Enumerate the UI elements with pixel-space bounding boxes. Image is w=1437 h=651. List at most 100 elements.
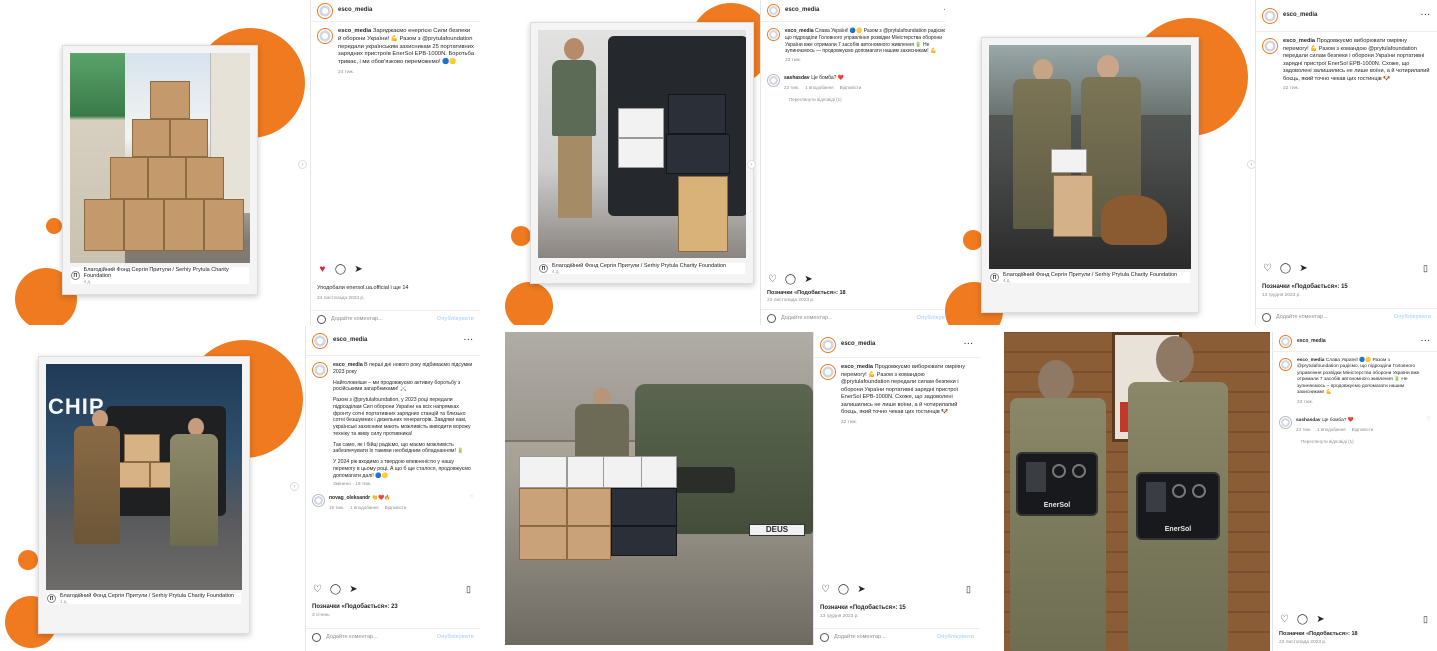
bookmark-icon[interactable]: ▯ bbox=[963, 584, 974, 595]
comment-username[interactable]: novag_oleksandr bbox=[329, 495, 370, 501]
comment-username[interactable]: sashasdav bbox=[1296, 418, 1321, 423]
comment-input[interactable]: Додайте коментар... bbox=[326, 634, 378, 641]
likes-count[interactable]: Позначки «Подобається»: 23 bbox=[312, 603, 398, 611]
more-icon[interactable]: ··· bbox=[1421, 337, 1431, 346]
heart-icon[interactable]: ♥ bbox=[317, 264, 328, 275]
avatar[interactable] bbox=[820, 364, 836, 380]
smile-icon[interactable] bbox=[312, 633, 321, 642]
avatar[interactable] bbox=[767, 74, 780, 88]
likes-count[interactable]: Позначки «Подобається»: 15 bbox=[1262, 283, 1348, 291]
share-icon[interactable]: ➤ bbox=[1315, 614, 1326, 625]
comment-icon[interactable]: ◯ bbox=[785, 274, 796, 285]
bookmark-icon[interactable]: ▯ bbox=[463, 584, 474, 595]
more-icon[interactable]: ··· bbox=[464, 336, 474, 345]
share-icon[interactable]: ➤ bbox=[803, 274, 814, 285]
post-photo[interactable] bbox=[989, 45, 1191, 269]
username[interactable]: esco_media bbox=[1297, 338, 1326, 345]
publish-button[interactable]: Опублікувати bbox=[1394, 314, 1431, 321]
smile-icon[interactable] bbox=[1262, 313, 1271, 322]
comment-icon[interactable]: ◯ bbox=[1297, 614, 1308, 625]
more-icon[interactable]: ··· bbox=[964, 340, 974, 349]
heart-icon[interactable]: ♡ bbox=[767, 274, 778, 285]
comment-input[interactable]: Додайте коментар... bbox=[781, 315, 833, 322]
avatar[interactable] bbox=[312, 362, 328, 378]
add-comment-bar: Додайте коментар... Опублікувати bbox=[1256, 308, 1437, 325]
caption-username[interactable]: esco_media bbox=[785, 28, 814, 34]
comment-input[interactable]: Додайте коментар... bbox=[331, 316, 383, 323]
view-replies[interactable]: Переглянути відповіді (1) bbox=[1273, 437, 1437, 447]
likes-count[interactable]: Позначки «Подобається»: 15 bbox=[820, 604, 906, 612]
heart-icon[interactable]: ♡ bbox=[1427, 416, 1431, 423]
post-time: 23 тиж. bbox=[1297, 399, 1314, 405]
comment-input[interactable]: Додайте коментар... bbox=[834, 634, 886, 641]
chevron-right-icon[interactable]: › bbox=[298, 160, 307, 169]
caption-username[interactable]: esco_media bbox=[1283, 38, 1315, 44]
avatar[interactable] bbox=[1279, 358, 1292, 371]
comment-username[interactable]: sashasdav bbox=[784, 75, 810, 81]
comment-icon[interactable]: ◯ bbox=[838, 584, 849, 595]
liked-by-text: Уподобали enersol.ua.official і ще 14 bbox=[317, 285, 409, 291]
more-icon[interactable]: ··· bbox=[1421, 11, 1431, 20]
share-icon[interactable]: ➤ bbox=[1298, 263, 1309, 274]
caption-username[interactable]: esco_media bbox=[841, 364, 873, 370]
username[interactable]: esco_media bbox=[1283, 11, 1317, 19]
avatar[interactable] bbox=[1262, 7, 1278, 24]
heart-icon[interactable]: ♡ bbox=[820, 584, 831, 595]
comment-likes[interactable]: 1 вподобання bbox=[350, 505, 379, 511]
heart-icon[interactable]: ♡ bbox=[1279, 614, 1290, 625]
comment-likes[interactable]: 1 вподобання bbox=[1317, 427, 1346, 433]
heart-icon[interactable]: ♡ bbox=[312, 584, 323, 595]
publish-button[interactable]: Опублікувати bbox=[937, 634, 974, 641]
bookmark-icon[interactable]: ▯ bbox=[1420, 263, 1431, 274]
avatar[interactable] bbox=[1279, 335, 1292, 348]
avatar[interactable] bbox=[312, 332, 328, 349]
post-photo[interactable]: CHIP bbox=[46, 364, 242, 590]
avatar[interactable] bbox=[1279, 416, 1292, 430]
caption-username[interactable]: esco_media bbox=[1297, 358, 1324, 363]
smile-icon[interactable] bbox=[767, 314, 776, 323]
chevron-right-icon[interactable]: › bbox=[290, 482, 299, 491]
heart-icon[interactable]: ♡ bbox=[1262, 263, 1273, 274]
post-caption: esco_media Слава Україні! 🔵🟡 Разом з @pr… bbox=[761, 22, 960, 70]
post-photo[interactable]: EnerSol EnerSol bbox=[1004, 332, 1270, 651]
avatar[interactable] bbox=[317, 28, 333, 44]
avatar[interactable] bbox=[1262, 38, 1278, 54]
publish-button[interactable]: Опублікувати bbox=[437, 316, 474, 323]
comment-icon[interactable]: ◯ bbox=[1280, 263, 1291, 274]
heart-icon[interactable]: ♡ bbox=[470, 494, 474, 501]
likes-count[interactable]: Позначки «Подобається»: 18 bbox=[1279, 631, 1358, 638]
bookmark-icon[interactable]: ▯ bbox=[1420, 614, 1431, 625]
username[interactable]: esco_media bbox=[333, 336, 367, 344]
chevron-right-icon[interactable]: › bbox=[747, 160, 756, 169]
post-photo[interactable]: DEUS bbox=[505, 332, 813, 645]
caption-username[interactable]: esco_media bbox=[333, 362, 363, 368]
post-photo[interactable] bbox=[70, 53, 250, 263]
reply-button[interactable]: Відповісти bbox=[385, 505, 407, 511]
share-icon[interactable]: ➤ bbox=[348, 584, 359, 595]
reply-button[interactable]: Відповісти bbox=[1352, 427, 1374, 433]
comment-icon[interactable]: ◯ bbox=[335, 264, 346, 275]
caption-username[interactable]: esco_media bbox=[338, 28, 371, 34]
avatar[interactable] bbox=[767, 28, 780, 41]
username[interactable]: esco_media bbox=[785, 6, 819, 14]
publish-button[interactable]: Опублікувати bbox=[437, 634, 474, 641]
comment-icon[interactable]: ◯ bbox=[330, 584, 341, 595]
post-header: esco_media bbox=[311, 0, 480, 22]
likes-count[interactable]: Позначки «Подобається»: 18 bbox=[767, 290, 846, 297]
share-icon[interactable]: ➤ bbox=[353, 264, 364, 275]
comment-likes[interactable]: 1 вподобання bbox=[805, 85, 834, 91]
comment-input[interactable]: Додайте коментар... bbox=[1276, 314, 1328, 321]
liked-by[interactable]: Уподобали enersol.ua.official і ще 14 bbox=[317, 285, 408, 292]
avatar[interactable] bbox=[317, 2, 333, 19]
smile-icon[interactable] bbox=[317, 315, 326, 324]
avatar[interactable] bbox=[820, 336, 836, 353]
share-icon[interactable]: ➤ bbox=[856, 584, 867, 595]
avatar[interactable] bbox=[312, 494, 325, 508]
view-replies[interactable]: Переглянути відповіді (1) bbox=[761, 95, 960, 105]
username[interactable]: esco_media bbox=[841, 340, 875, 348]
reply-button[interactable]: Відповісти bbox=[840, 85, 862, 91]
username[interactable]: esco_media bbox=[338, 6, 372, 14]
post-photo[interactable] bbox=[538, 30, 746, 258]
smile-icon[interactable] bbox=[820, 633, 829, 642]
avatar[interactable] bbox=[767, 4, 780, 17]
